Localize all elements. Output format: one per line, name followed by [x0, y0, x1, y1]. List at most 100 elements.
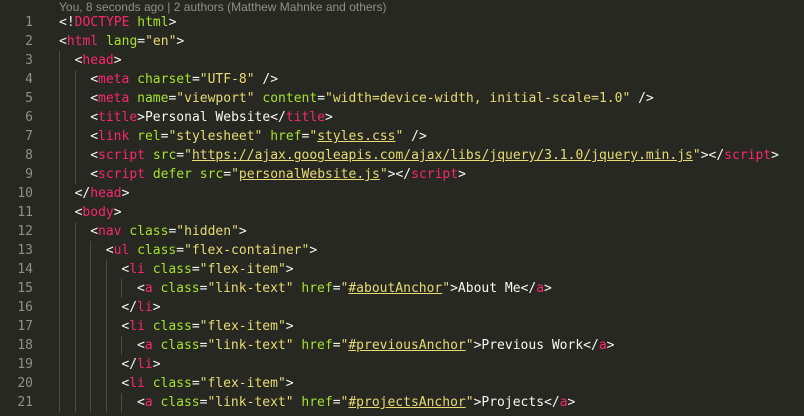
attribute-name: html: [137, 15, 169, 30]
code-line[interactable]: 15 <a class="link-text" href="#aboutAncho…: [0, 279, 804, 298]
code-line[interactable]: 19 </li>: [0, 355, 804, 374]
code-line[interactable]: 7 <link rel="stylesheet" href="styles.css…: [0, 127, 804, 146]
code-editor[interactable]: You, 8 seconds ago | 2 authors (Matthew …: [0, 0, 804, 416]
punctuation: >: [285, 319, 294, 334]
code-text: <link rel="stylesheet" href="styles.css"…: [90, 127, 427, 146]
link-value[interactable]: personalWebsite.js: [239, 167, 380, 182]
code-line[interactable]: 1 <!DOCTYPE html>: [0, 13, 804, 32]
punctuation: =: [191, 376, 200, 391]
code-line[interactable]: 14 <li class="flex-item">: [0, 260, 804, 279]
string-value: "link-text": [207, 281, 294, 296]
attribute-name: class: [152, 319, 192, 334]
indent-guide: [74, 298, 76, 317]
attribute-name: rel: [137, 129, 161, 144]
tag-name: script: [724, 148, 772, 163]
code-text: </li>: [121, 355, 160, 374]
indent-guide: [105, 393, 107, 412]
punctuation: <: [90, 72, 99, 87]
string-value: "flex-container": [184, 243, 310, 258]
code-line[interactable]: 3 <head>: [0, 51, 804, 70]
code-line[interactable]: 17 <li class="flex-item">: [0, 317, 804, 336]
text-content: [145, 262, 153, 277]
code-line[interactable]: 5 <meta name="viewport" content="width=de…: [0, 89, 804, 108]
punctuation: />: [254, 72, 279, 87]
indent-guide: [59, 222, 60, 241]
line-number: 4: [25, 72, 33, 87]
punctuation: <: [137, 338, 145, 353]
code-line[interactable]: 2 <html lang="en">: [0, 32, 804, 51]
indent-guide: [59, 108, 60, 127]
code-line[interactable]: 18 <a class="link-text" href="#previousAn…: [0, 336, 804, 355]
code-line[interactable]: 16 </li>: [0, 298, 804, 317]
line-number: 11: [17, 205, 33, 220]
text-content: [129, 72, 137, 87]
code-line[interactable]: 4 <meta charset="UTF-8" />: [0, 70, 804, 89]
link-value[interactable]: https://ajax.googleapis.com/ajax/libs/jq…: [192, 148, 693, 163]
indent-guide: [105, 279, 107, 298]
string-value: ": [465, 338, 474, 353]
code-line[interactable]: 20 <li class="flex-item">: [0, 374, 804, 393]
punctuation: <: [105, 243, 114, 258]
attribute-name: href: [301, 281, 333, 296]
indent-guide: [90, 393, 92, 412]
attribute-name: href: [301, 338, 333, 353]
punctuation: </: [121, 357, 138, 372]
text-content: [145, 376, 153, 391]
tag-name: a: [144, 281, 153, 296]
text-content: [145, 167, 153, 182]
punctuation: <: [90, 110, 99, 125]
link-value[interactable]: #aboutAnchor: [348, 281, 442, 296]
code-text: <script defer src="personalWebsite.js"><…: [90, 165, 466, 184]
code-line[interactable]: 21 <a class="link-text" href="#projectsAn…: [0, 393, 804, 412]
code-line[interactable]: 11 <body>: [0, 203, 804, 222]
string-value: "en": [145, 34, 177, 49]
string-value: "width=device-width, initial-scale=1.0": [325, 91, 631, 106]
code-text: <li class="flex-item">: [121, 260, 293, 279]
git-blame-codelens[interactable]: You, 8 seconds ago | 2 authors (Matthew …: [59, 0, 387, 14]
line-number: 16: [17, 300, 33, 315]
code-text: <a class="link-text" href="#projectsAnch…: [137, 393, 575, 412]
indent-guide: [105, 355, 107, 374]
text-content: Previous Work: [481, 338, 584, 353]
indent-guide: [74, 260, 76, 279]
code-line[interactable]: 12 <nav class="hidden">: [0, 222, 804, 241]
code-text: <html lang="en">: [59, 32, 184, 51]
code-line[interactable]: 8 <script src="https://ajax.googleapis.co…: [0, 146, 804, 165]
punctuation: =: [191, 262, 200, 277]
punctuation: <: [59, 34, 67, 49]
code-text: </head>: [75, 184, 130, 203]
text-content: [145, 148, 153, 163]
link-value[interactable]: #projectsAnchor: [348, 395, 465, 410]
tag-name: title: [98, 110, 138, 125]
link-value[interactable]: styles.css: [317, 129, 395, 144]
string-value: "UTF-8": [199, 72, 255, 87]
code-line[interactable]: 6 <title>Personal Website</title>: [0, 108, 804, 127]
indent-guide: [59, 146, 60, 165]
code-text: <script src="https://ajax.googleapis.com…: [90, 146, 779, 165]
tag-name: a: [559, 395, 568, 410]
line-number: 10: [17, 186, 33, 201]
tag-name: a: [144, 395, 153, 410]
tag-name: script: [98, 167, 145, 182]
tag-name: head: [90, 186, 122, 201]
attribute-name: src: [152, 148, 177, 163]
attribute-name: href: [270, 129, 302, 144]
link-value[interactable]: #previousAnchor: [348, 338, 465, 353]
punctuation: </: [74, 186, 91, 201]
string-value: "flex-item": [199, 262, 286, 277]
tag-name: script: [411, 167, 459, 182]
punctuation: =: [176, 243, 185, 258]
punctuation: =: [223, 167, 232, 182]
string-value: ": [692, 148, 701, 163]
indent-guide: [74, 355, 76, 374]
punctuation: >: [309, 243, 318, 258]
tag-name: meta: [98, 91, 130, 106]
line-number: 17: [17, 319, 33, 334]
code-line[interactable]: 13 <ul class="flex-container">: [0, 241, 804, 260]
indent-guide: [74, 317, 76, 336]
code-line[interactable]: 10 </head>: [0, 184, 804, 203]
punctuation: =: [332, 338, 341, 353]
punctuation: =: [176, 148, 185, 163]
punctuation: </: [583, 338, 599, 353]
code-line[interactable]: 9 <script defer src="personalWebsite.js">…: [0, 165, 804, 184]
